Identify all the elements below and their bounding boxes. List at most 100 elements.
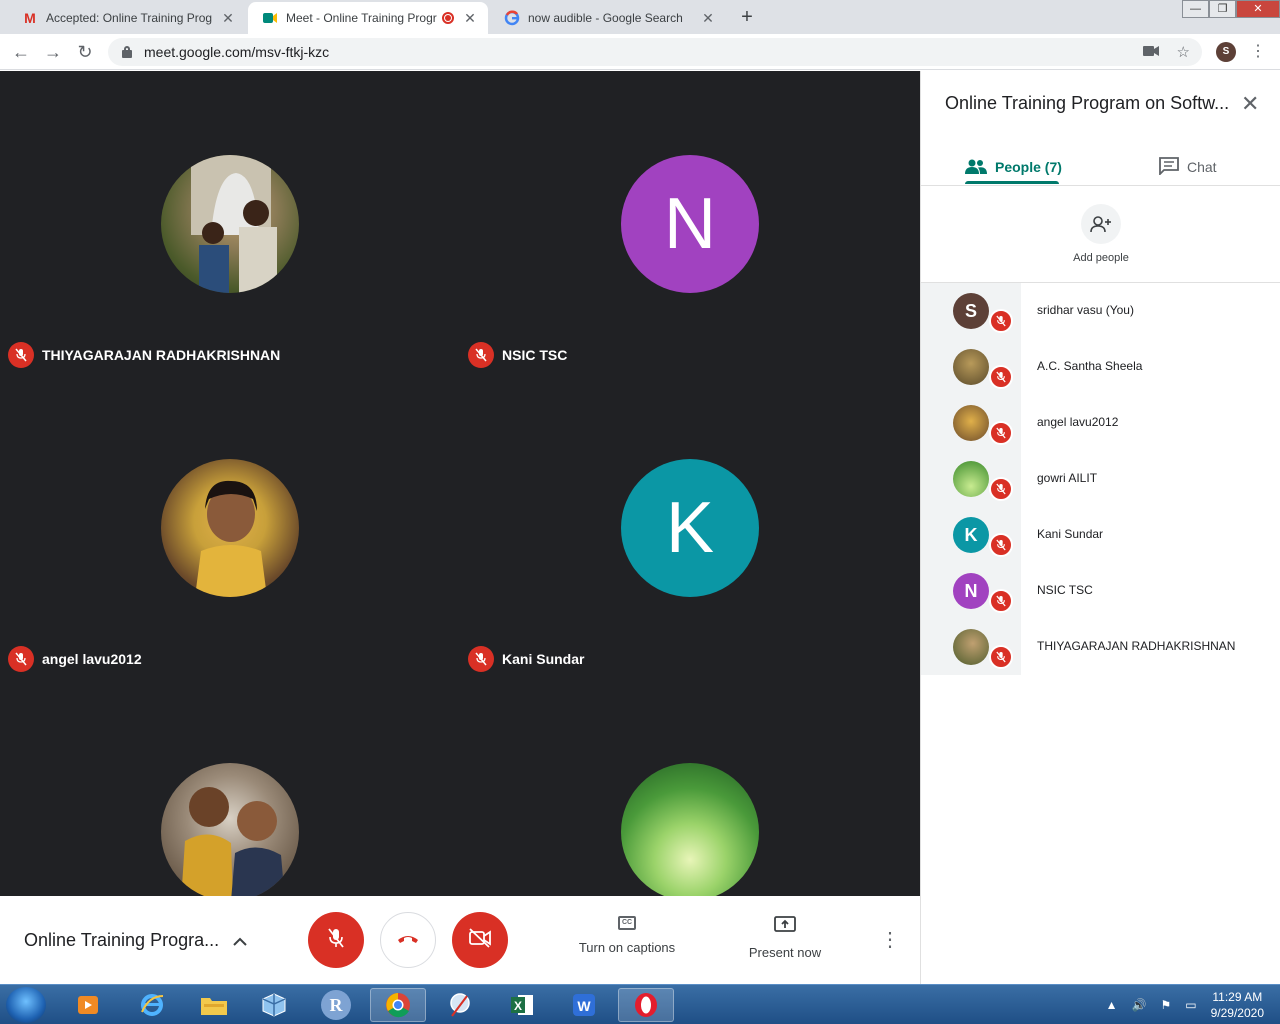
- lock-icon[interactable]: [122, 46, 132, 58]
- people-icon: [965, 158, 987, 177]
- reload-icon[interactable]: ↻: [74, 41, 96, 63]
- camera-toggle-button[interactable]: [452, 912, 508, 968]
- chrome-taskbar-icon[interactable]: [370, 988, 426, 1022]
- present-now-button[interactable]: Present now: [746, 916, 824, 960]
- list-item[interactable]: S sridhar vasu (You): [921, 283, 1280, 339]
- excel-icon[interactable]: X: [494, 988, 550, 1022]
- tab-title: Meet - Online Training Progr: [286, 11, 437, 25]
- minimize-button[interactable]: —: [1182, 0, 1209, 18]
- participant-tile[interactable]: angel lavu2012: [0, 375, 460, 679]
- captions-button[interactable]: CC Turn on captions: [575, 916, 679, 955]
- camera-in-use-icon[interactable]: [1142, 44, 1159, 61]
- present-screen-icon: [774, 916, 796, 935]
- panel-title: Online Training Program on Softw...: [945, 93, 1230, 113]
- clock-date: 9/29/2020: [1210, 1006, 1264, 1020]
- participant-name: A.C. Santha Sheela: [1037, 359, 1143, 373]
- participant-tile[interactable]: K Kani Sundar: [460, 375, 920, 679]
- close-tab-icon[interactable]: ✕: [220, 10, 236, 27]
- participant-avatar: N: [953, 573, 989, 609]
- recording-indicator-icon: [442, 12, 454, 24]
- meeting-details-button[interactable]: Online Training Progra...: [24, 930, 247, 951]
- tab-title: Accepted: Online Training Progra: [46, 11, 212, 25]
- participant-name-label: NSIC TSC: [468, 342, 567, 368]
- window-close-button[interactable]: ✕: [1236, 0, 1280, 18]
- action-center-flag-icon[interactable]: ⚑: [1161, 998, 1172, 1012]
- volume-icon[interactable]: 🔊: [1132, 998, 1147, 1012]
- participant-name: sridhar vasu (You): [1037, 303, 1134, 317]
- file-explorer-icon[interactable]: [186, 988, 242, 1022]
- forward-icon[interactable]: →: [42, 41, 64, 63]
- media-player-icon[interactable]: [60, 988, 116, 1022]
- tab-title: now audible - Google Search: [528, 11, 683, 25]
- profile-avatar[interactable]: S: [1216, 42, 1236, 62]
- browser-toolbar: ← → ↻ meet.google.com/msv-ftkj-kzc ☆ S ⋮: [0, 34, 1280, 70]
- participant-tile[interactable]: [0, 679, 460, 896]
- network-icon[interactable]: ▭: [1185, 998, 1196, 1012]
- new-tab-button[interactable]: +: [734, 6, 760, 28]
- list-item[interactable]: THIYAGARAJAN RADHAKRISHNAN: [921, 619, 1280, 675]
- captions-label: Turn on captions: [578, 940, 676, 955]
- tab-google-search[interactable]: now audible - Google Search ✕: [490, 2, 726, 34]
- snipping-tool-icon[interactable]: [432, 988, 488, 1022]
- participant-photo: [161, 155, 299, 293]
- leave-call-button[interactable]: [380, 912, 436, 968]
- participant-photo: [953, 405, 989, 441]
- gmail-icon: M: [24, 10, 36, 26]
- more-options-icon[interactable]: ⋮: [880, 926, 900, 954]
- tab-meet[interactable]: Meet - Online Training Progr ✕: [248, 2, 488, 34]
- meeting-title: Online Training Progra...: [24, 930, 220, 950]
- show-hidden-icons-icon[interactable]: ▲: [1106, 998, 1118, 1012]
- participant-name: THIYAGARAJAN RADHAKRISHNAN: [1037, 639, 1236, 653]
- list-item[interactable]: K Kani Sundar: [921, 507, 1280, 563]
- participant-photo: [953, 629, 989, 665]
- list-item[interactable]: N NSIC TSC: [921, 563, 1280, 619]
- bookmark-star-icon[interactable]: ☆: [1177, 43, 1190, 61]
- participant-name: Kani Sundar: [1037, 527, 1104, 541]
- hang-up-icon: [396, 931, 420, 949]
- opera-icon[interactable]: [618, 988, 674, 1022]
- participant-photo: [953, 461, 989, 497]
- close-tab-icon[interactable]: ✕: [462, 10, 478, 27]
- list-item[interactable]: angel lavu2012: [921, 395, 1280, 451]
- participant-name: NSIC TSC: [1037, 583, 1093, 597]
- tab-chat[interactable]: Chat: [1159, 149, 1217, 185]
- camera-off-icon: [468, 927, 492, 953]
- mic-off-icon: [989, 421, 1013, 445]
- mic-off-icon: [468, 646, 494, 672]
- start-button[interactable]: [6, 987, 46, 1023]
- system-clock[interactable]: 11:29 AM 9/29/2020: [1211, 989, 1264, 1021]
- participant-tile[interactable]: THIYAGARAJAN RADHAKRISHNAN: [0, 71, 460, 375]
- close-tab-icon[interactable]: ✕: [700, 10, 716, 27]
- r-app-icon[interactable]: R: [308, 988, 364, 1022]
- tab-people[interactable]: People (7): [965, 149, 1062, 185]
- chat-icon: [1159, 156, 1179, 178]
- people-panel: Online Training Program on Softw... ✕ Pe…: [920, 71, 1280, 984]
- participant-photo: [161, 763, 299, 896]
- list-item[interactable]: A.C. Santha Sheela: [921, 339, 1280, 395]
- participant-photo: [161, 459, 299, 597]
- present-now-label: Present now: [748, 945, 822, 960]
- participant-name: NSIC TSC: [502, 347, 568, 363]
- address-bar[interactable]: meet.google.com/msv-ftkj-kzc ☆: [108, 38, 1202, 66]
- add-people-button[interactable]: Add people: [1061, 204, 1141, 264]
- internet-explorer-icon[interactable]: [124, 988, 180, 1022]
- chevron-up-icon: [233, 933, 247, 949]
- participant-tile[interactable]: N NSIC TSC: [460, 71, 920, 375]
- mic-off-icon: [989, 533, 1013, 557]
- video-grid: THIYAGARAJAN RADHAKRISHNAN N NSIC TSC an…: [0, 71, 920, 896]
- mic-off-icon: [8, 646, 34, 672]
- wps-writer-icon[interactable]: W: [556, 988, 612, 1022]
- window-controls: — ❐ ✕: [1182, 0, 1280, 18]
- microphone-toggle-button[interactable]: [308, 912, 364, 968]
- back-icon[interactable]: ←: [10, 41, 32, 63]
- list-item[interactable]: gowri AILIT: [921, 451, 1280, 507]
- participant-tile[interactable]: [460, 679, 920, 896]
- tab-gmail[interactable]: M Accepted: Online Training Progra ✕: [8, 2, 246, 34]
- browser-menu-icon[interactable]: ⋮: [1250, 40, 1266, 64]
- svg-text:X: X: [514, 999, 522, 1013]
- virtualbox-icon[interactable]: [246, 988, 302, 1022]
- maximize-button[interactable]: ❐: [1209, 0, 1236, 18]
- meet-icon: [262, 10, 278, 26]
- mic-off-icon: [8, 342, 34, 368]
- close-panel-icon[interactable]: ✕: [1241, 91, 1259, 117]
